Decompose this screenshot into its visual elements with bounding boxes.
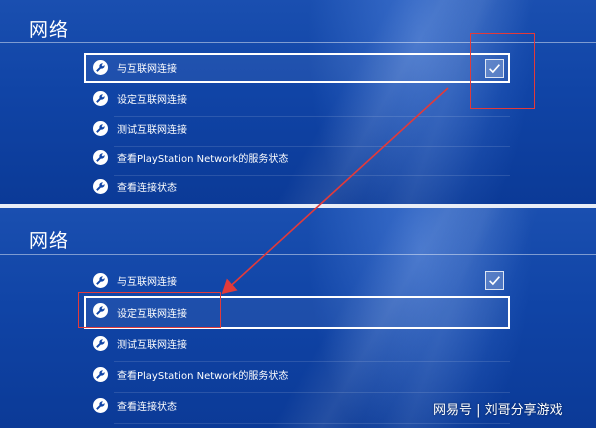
menu-item-setup-internet-connection[interactable]: 设定互联网连接 (84, 84, 510, 117)
menu-item-label: 与互联网连接 (117, 277, 177, 288)
wrench-icon (93, 273, 108, 288)
annotation-highlight-setup (78, 292, 221, 328)
wrench-icon (93, 336, 108, 351)
menu-item-label: 测试互联网连接 (117, 125, 187, 136)
wrench-icon (93, 398, 108, 413)
menu-item-test-internet-connection[interactable]: 测试互联网连接 (84, 329, 510, 362)
menu-item-label: 查看PlayStation Network的服务状态 (117, 371, 289, 382)
menu-item-test-internet-connection[interactable]: 测试互联网连接 (84, 114, 510, 147)
menu-item-psn-status[interactable]: 查看PlayStation Network的服务状态 (84, 360, 510, 393)
wrench-icon (93, 91, 108, 106)
menu-item-label: 查看PlayStation Network的服务状态 (117, 154, 289, 165)
wrench-icon (93, 150, 108, 165)
wrench-icon (93, 179, 108, 194)
menu-item-psn-status[interactable]: 查看PlayStation Network的服务状态 (84, 143, 510, 176)
watermark-text: 网易号 | 刘哥分享游戏 (433, 403, 563, 418)
menu-item-label: 查看连接状态 (117, 183, 177, 194)
title-divider (0, 254, 596, 255)
menu-item-label: 设定互联网连接 (117, 95, 187, 106)
wrench-icon (93, 60, 108, 75)
wrench-icon (93, 367, 108, 382)
connect-internet-checkbox[interactable] (485, 271, 504, 290)
item-divider (114, 423, 510, 424)
checkmark-icon (489, 276, 500, 286)
menu-item-label: 测试互联网连接 (117, 340, 187, 351)
menu-item-connect-to-internet[interactable]: 与互联网连接 (84, 53, 510, 83)
wrench-icon (93, 121, 108, 136)
menu-item-connection-status[interactable]: 查看连接状态 (84, 172, 510, 202)
menu-item-label: 查看连接状态 (117, 402, 177, 413)
page-title: 网络 (29, 230, 70, 252)
annotation-highlight-checkbox (470, 33, 535, 109)
menu-item-label: 与互联网连接 (117, 64, 177, 75)
page-title: 网络 (29, 19, 70, 41)
